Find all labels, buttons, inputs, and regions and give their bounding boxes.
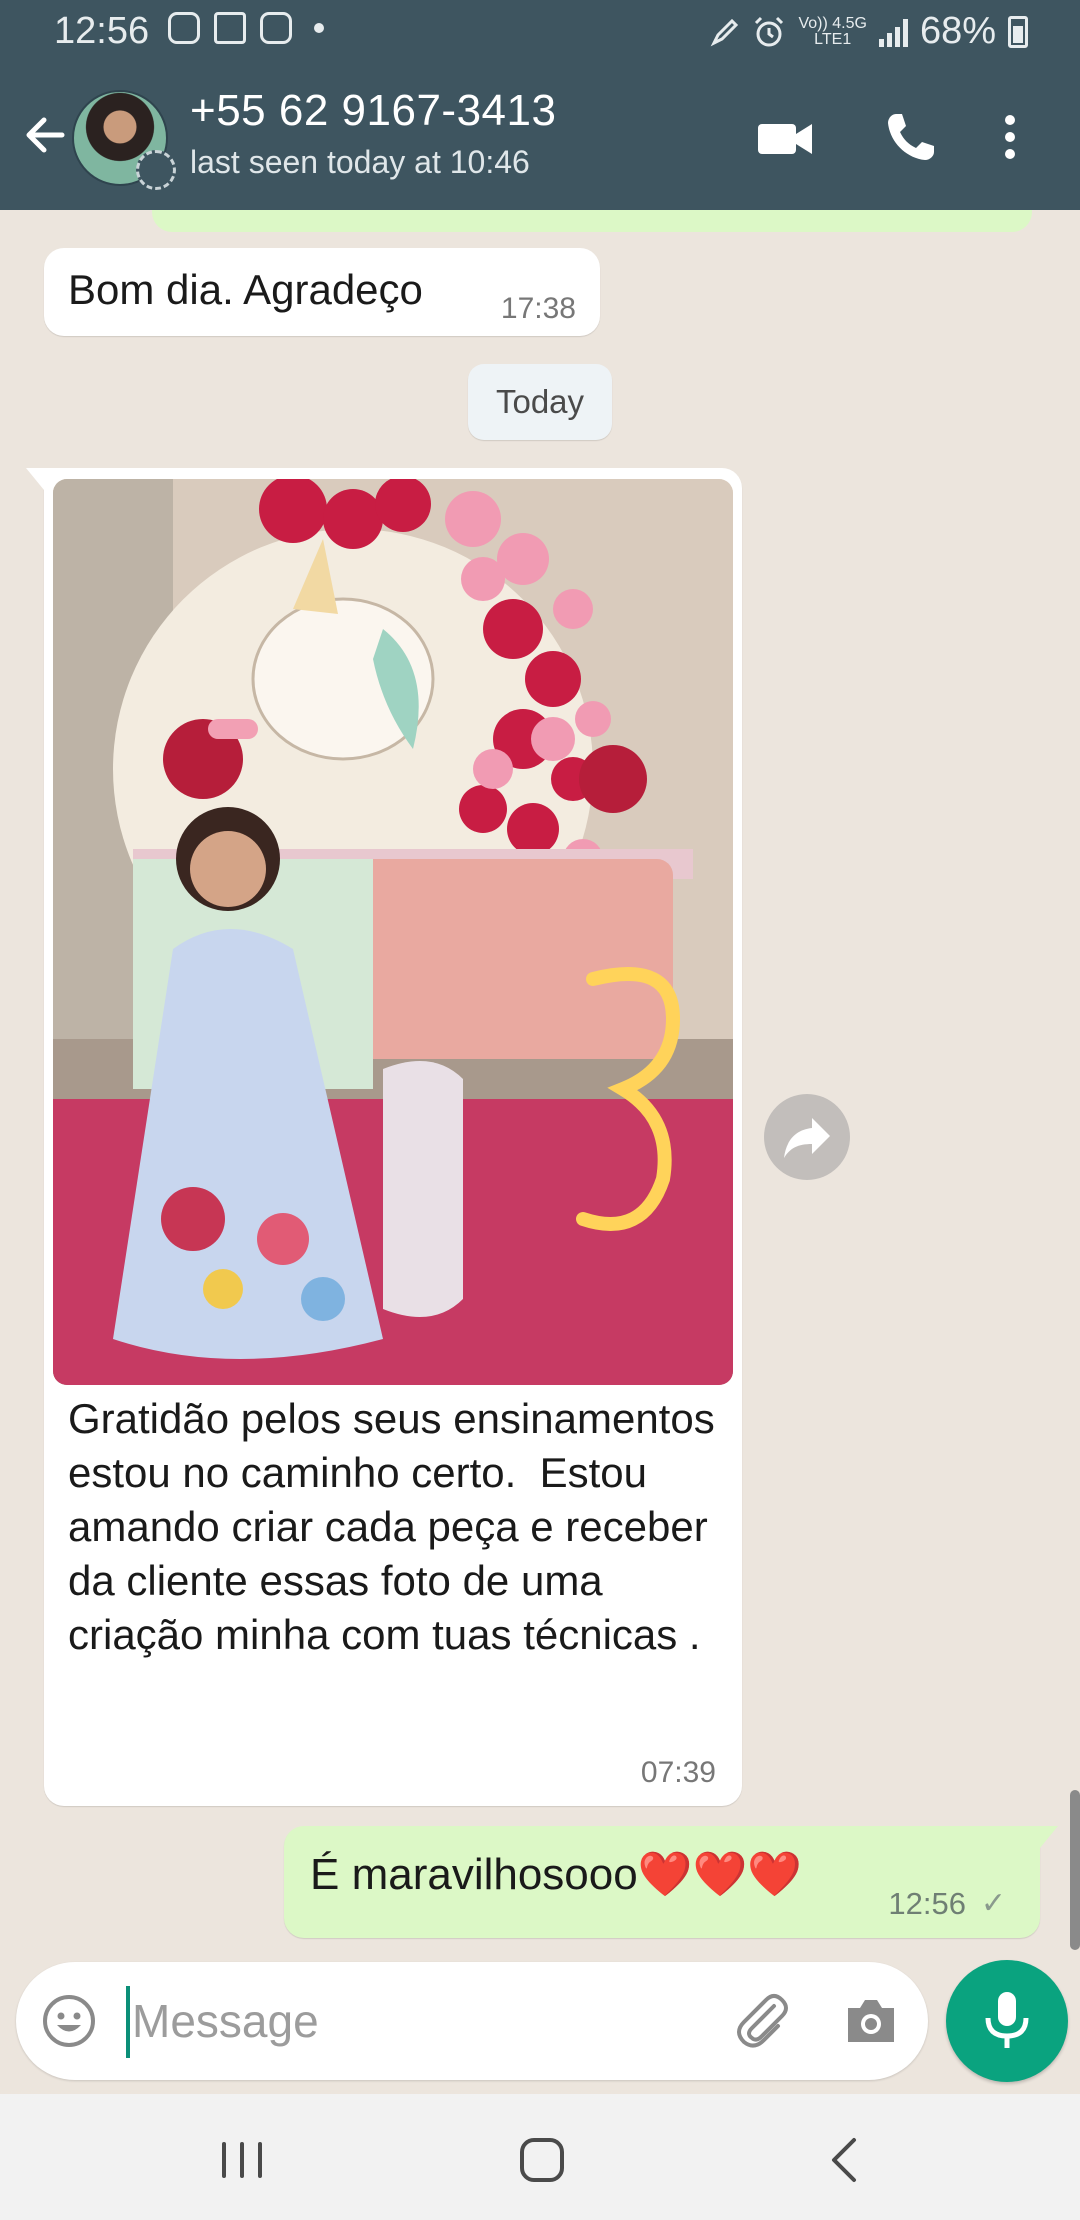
emoji-icon[interactable] (40, 1992, 98, 2050)
message-bubble-incoming[interactable]: Bom dia. Agradeço 17:38 (44, 248, 600, 336)
previous-outgoing-bubble (152, 210, 1032, 232)
status-time: 12:56 (54, 10, 150, 52)
network-top: Vo)) 4.5G (798, 14, 867, 32)
scrollbar-thumb[interactable] (1070, 1790, 1080, 1950)
forward-icon (784, 1118, 830, 1158)
system-navigation-bar (0, 2094, 1080, 2220)
party-photo[interactable] (53, 479, 733, 1385)
system-indicators: Vo)) 4.5G LTE1 68% (710, 10, 1028, 53)
back-arrow-icon[interactable] (18, 108, 72, 162)
message-input[interactable] (132, 1976, 692, 2066)
photo-caption: Gratidão pelos seus ensinamentos estou n… (68, 1395, 727, 1658)
sent-check-icon: ✓ (980, 1887, 1006, 1920)
text-cursor (126, 1986, 130, 2058)
home-icon[interactable] (510, 2128, 574, 2192)
more-vert-icon[interactable] (990, 104, 1030, 170)
message-time: 12:56 (888, 1886, 966, 1921)
party-photo-illustration (53, 479, 733, 1385)
network-bottom: LTE1 (814, 30, 852, 48)
chat-area[interactable]: Bom dia. Agradeço 17:38 Today Gratidão p… (0, 210, 1080, 1962)
mail-icon (214, 12, 246, 44)
pen-icon (711, 18, 739, 46)
signal-icon (878, 17, 908, 47)
camera-icon[interactable] (840, 1990, 902, 2052)
message-text: Bom dia. Agradeço (68, 266, 423, 313)
contact-name[interactable]: +55 62 9167-3413 (190, 86, 556, 136)
instagram-icon (168, 12, 200, 44)
status-ring-icon (136, 150, 176, 190)
status-bar: 12:56 Vo)) 4.5G LTE1 68% (0, 0, 1080, 64)
more-notifications-icon (314, 23, 324, 33)
photo-message-bubble[interactable]: Gratidão pelos seus ensinamentos estou n… (26, 468, 742, 1806)
network-type: Vo)) 4.5G LTE1 (798, 14, 867, 48)
battery-percent: 68% (919, 10, 996, 52)
mic-icon (985, 1992, 1029, 2048)
message-time: 17:38 (500, 292, 576, 325)
last-seen: last seen today at 10:46 (190, 144, 530, 180)
date-divider: Today (468, 364, 612, 440)
nav-back-icon[interactable] (814, 2128, 878, 2192)
chat-app-bar: +55 62 9167-3413 last seen today at 10:4… (0, 78, 1080, 210)
phone-icon[interactable] (878, 104, 944, 170)
message-composer (16, 1962, 928, 2080)
forward-button[interactable] (764, 1094, 850, 1180)
alarm-icon (755, 16, 784, 46)
voice-record-button[interactable] (946, 1960, 1068, 2082)
message-bubble-outgoing[interactable]: É maravilhosooo❤️❤️❤️ 12:56 ✓ (284, 1826, 1058, 1938)
app-header: 12:56 Vo)) 4.5G LTE1 68% +55 62 9167-341… (0, 0, 1080, 210)
video-call-icon[interactable] (752, 104, 818, 170)
notification-icons (168, 12, 324, 44)
message-text: É maravilhosooo❤️❤️❤️ (310, 1850, 803, 1899)
battery-icon (1008, 15, 1028, 48)
instagram-icon (260, 12, 292, 44)
message-time: 07:39 (640, 1756, 716, 1789)
attach-icon[interactable] (730, 1988, 796, 2054)
recents-icon[interactable] (210, 2128, 274, 2192)
